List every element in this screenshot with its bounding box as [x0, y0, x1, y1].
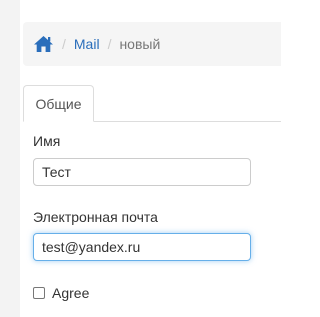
- left-panel-edge: [0, 0, 20, 317]
- tab-bar: Общие: [23, 85, 281, 122]
- name-label: Имя: [33, 133, 61, 149]
- email-field[interactable]: [33, 233, 251, 261]
- breadcrumb: / Mail / новый: [23, 22, 281, 66]
- agree-checkbox[interactable]: [33, 287, 45, 299]
- home-icon[interactable]: [33, 35, 54, 53]
- breadcrumb-separator: /: [107, 36, 112, 52]
- breadcrumb-item-mail[interactable]: Mail: [74, 36, 100, 52]
- email-label: Электронная почта: [33, 209, 158, 225]
- breadcrumb-item-current: новый: [119, 36, 161, 52]
- breadcrumb-separator: /: [62, 36, 66, 52]
- agree-label[interactable]: Agree: [52, 285, 89, 301]
- agree-row: Agree: [33, 285, 89, 301]
- name-field[interactable]: [33, 158, 251, 186]
- tab-general[interactable]: Общие: [23, 85, 94, 122]
